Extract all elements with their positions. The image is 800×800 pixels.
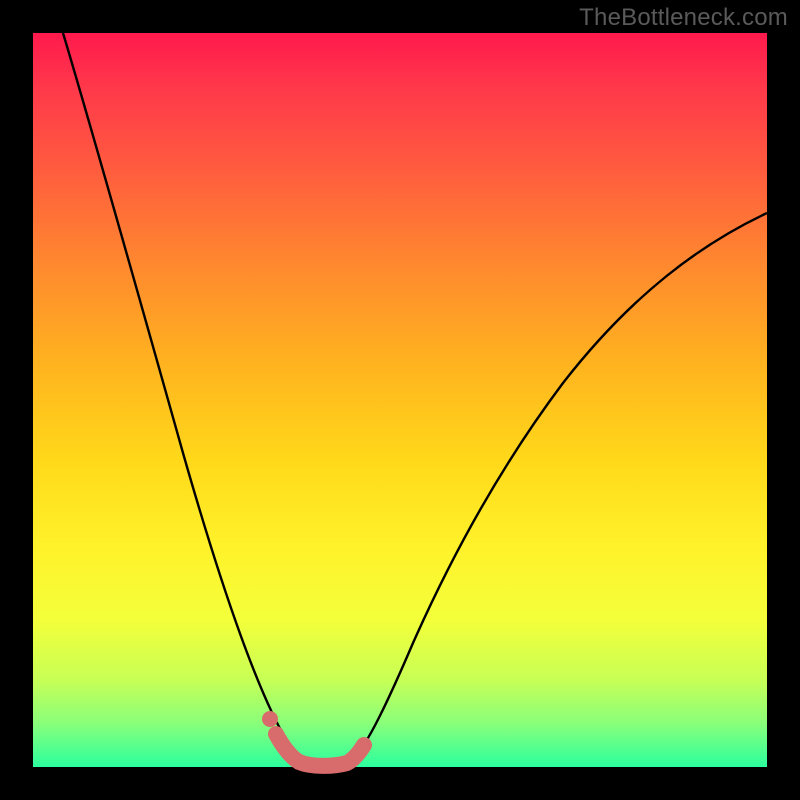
curve-right-branch	[348, 213, 767, 764]
bottom-highlight	[276, 734, 364, 766]
plot-area	[33, 33, 767, 767]
curve-left-branch	[63, 33, 306, 764]
chart-frame: TheBottleneck.com	[0, 0, 800, 800]
highlight-dot	[262, 711, 278, 727]
bottleneck-curve	[33, 33, 767, 767]
watermark-text: TheBottleneck.com	[579, 4, 788, 32]
